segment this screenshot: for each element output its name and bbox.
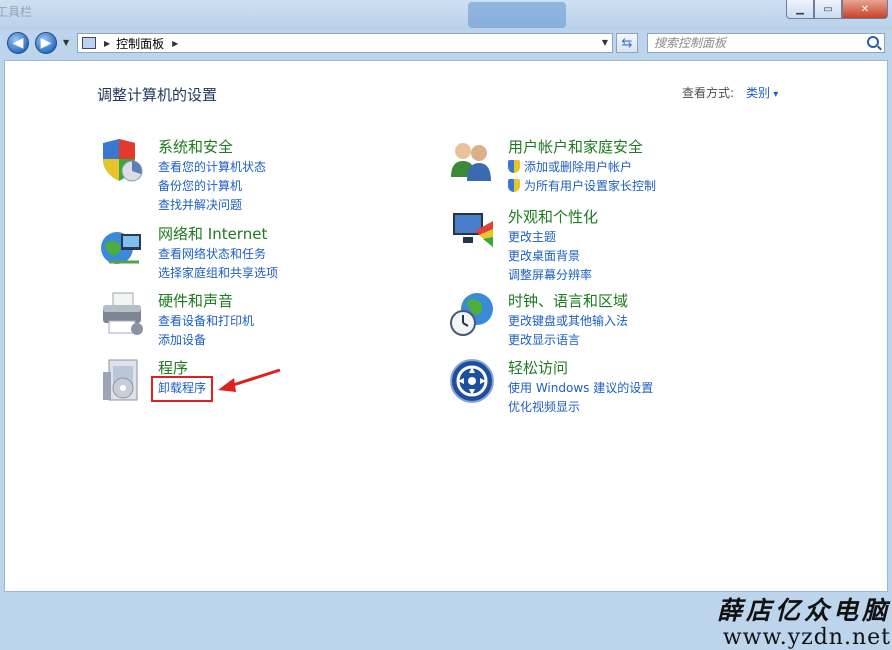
link-optimize-visual-display[interactable]: 优化视频显示	[508, 398, 653, 417]
maximize-button[interactable]: ▭	[814, 0, 842, 19]
breadcrumb-separator-icon[interactable]: ▶	[172, 39, 178, 48]
minimize-button[interactable]: ▁	[786, 0, 814, 19]
category-links: 查看您的计算机状态 备份您的计算机 查找并解决问题	[158, 158, 266, 215]
category-title[interactable]: 外观和个性化	[508, 206, 598, 227]
refresh-button[interactable]: ⇆	[616, 33, 638, 53]
watermark-url: www.yzdn.net	[722, 625, 891, 650]
link-change-input-methods[interactable]: 更改键盘或其他输入法	[508, 312, 628, 331]
category-links: 查看网络状态和任务 选择家庭组和共享选项	[158, 245, 278, 283]
refresh-icon: ⇆	[621, 35, 633, 51]
window-title-bar: 工具栏 ▁ ▭ ✕	[0, 0, 892, 30]
address-bar[interactable]: ▶ 控制面板 ▶ ▼	[77, 33, 613, 53]
category-title[interactable]: 程序	[158, 357, 188, 378]
category-title[interactable]: 系统和安全	[158, 136, 233, 157]
search-input[interactable]	[648, 35, 866, 51]
category-links: 更改键盘或其他输入法 更改显示语言	[508, 312, 628, 350]
category-links: 使用 Windows 建议的设置 优化视频显示	[508, 379, 653, 417]
link-recommended-settings[interactable]: 使用 Windows 建议的设置	[508, 379, 653, 398]
link-parental-controls[interactable]: 为所有用户设置家长控制	[508, 177, 656, 196]
category-title[interactable]: 硬件和声音	[158, 290, 233, 311]
page-title: 调整计算机的设置	[97, 86, 218, 104]
link-backup-computer[interactable]: 备份您的计算机	[158, 177, 266, 196]
category-links: 添加或删除用户帐户 为所有用户设置家长控制	[508, 158, 656, 196]
watermark: 薛店亿众电脑 www.yzdn.net	[695, 591, 891, 650]
link-view-computer-status[interactable]: 查看您的计算机状态	[158, 158, 266, 177]
category-title[interactable]: 网络和 Internet	[158, 223, 267, 244]
programs-icon[interactable]	[99, 358, 145, 404]
control-panel-icon	[82, 37, 96, 49]
caption-buttons: ▁ ▭ ✕	[786, 0, 888, 19]
link-label: 添加或删除用户帐户	[524, 160, 633, 174]
users-icon[interactable]	[449, 137, 495, 183]
appearance-icon[interactable]	[449, 207, 495, 253]
link-devices-printers[interactable]: 查看设备和打印机	[158, 312, 254, 331]
link-add-remove-accounts[interactable]: 添加或删除用户帐户	[508, 158, 656, 177]
printer-icon[interactable]	[99, 291, 145, 337]
link-change-theme[interactable]: 更改主题	[508, 228, 592, 247]
view-by-label: 查看方式:	[682, 86, 735, 100]
search-box[interactable]	[647, 33, 885, 53]
link-display-language[interactable]: 更改显示语言	[508, 331, 628, 350]
search-icon[interactable]	[867, 36, 879, 48]
category-title[interactable]: 时钟、语言和区域	[508, 290, 628, 311]
link-label: 为所有用户设置家长控制	[524, 179, 657, 193]
link-homegroup-sharing[interactable]: 选择家庭组和共享选项	[158, 264, 278, 283]
link-find-fix-problems[interactable]: 查找并解决问题	[158, 196, 266, 215]
link-screen-resolution[interactable]: 调整屏幕分辨率	[508, 266, 592, 285]
address-dropdown-icon[interactable]: ▼	[602, 38, 608, 47]
window-title: 工具栏	[0, 5, 33, 19]
close-button[interactable]: ✕	[842, 0, 888, 19]
link-add-device[interactable]: 添加设备	[158, 331, 254, 350]
uac-shield-icon	[508, 179, 520, 192]
category-title[interactable]: 轻松访问	[508, 357, 568, 378]
watermark-brand: 薛店亿众电脑	[716, 596, 891, 625]
ease-of-access-icon[interactable]	[449, 358, 495, 404]
breadcrumb-separator-icon[interactable]: ▶	[104, 39, 110, 48]
annotation-arrow-icon	[218, 368, 281, 392]
link-desktop-background[interactable]: 更改桌面背景	[508, 247, 592, 266]
forward-button[interactable]: ▶	[35, 32, 57, 54]
category-title[interactable]: 用户帐户和家庭安全	[508, 136, 643, 157]
recent-pages-dropdown-icon[interactable]: ▼	[63, 38, 69, 47]
back-button[interactable]: ◀	[7, 32, 29, 54]
view-by-dropdown[interactable]: 类别	[746, 84, 778, 101]
link-network-status[interactable]: 查看网络状态和任务	[158, 245, 278, 264]
navigation-bar: ◀ ▶ ▼ ▶ 控制面板 ▶ ▼ ⇆	[0, 30, 892, 57]
category-links: 查看设备和打印机 添加设备	[158, 312, 254, 350]
uac-shield-icon	[508, 160, 520, 173]
control-panel-content: 调整计算机的设置 查看方式: 类别 系统和安全 查看您的计算机状态 备份您的计算…	[4, 60, 890, 650]
breadcrumb-control-panel[interactable]: 控制面板	[116, 35, 164, 52]
network-globe-icon[interactable]	[99, 224, 145, 270]
highlight-box	[151, 376, 213, 402]
background-button	[468, 2, 566, 28]
category-links: 更改主题 更改桌面背景 调整屏幕分辨率	[508, 228, 592, 285]
shield-security-icon[interactable]	[99, 137, 145, 183]
clock-globe-icon[interactable]	[449, 291, 495, 337]
